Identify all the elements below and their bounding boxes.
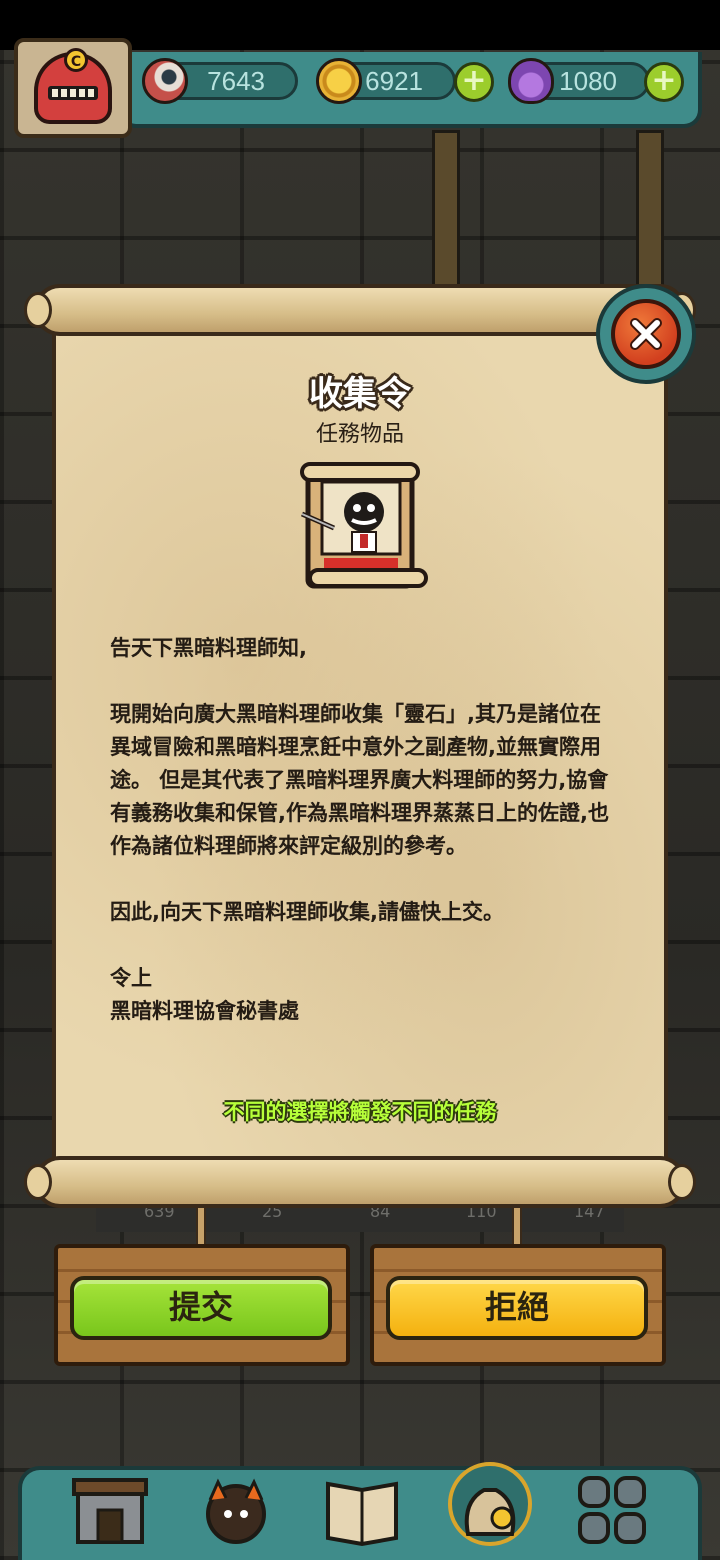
scroll-top-rod	[24, 284, 696, 336]
greeting-line: 告天下黑暗料理師知,	[110, 636, 307, 660]
recipe-book-icon[interactable]	[322, 1470, 402, 1550]
coin-icon	[316, 58, 362, 104]
wooden-pillar	[636, 130, 664, 296]
loot-bag-icon[interactable]	[444, 1456, 536, 1548]
close-x-icon	[630, 318, 662, 350]
add-coins-button[interactable]: +	[454, 62, 494, 102]
add-potions-button[interactable]: +	[644, 62, 684, 102]
wooden-pillar	[432, 130, 460, 296]
body-paragraph: 現開始向廣大黑暗料理師收集「靈石」,其乃是諸位在異域冒險和黑暗料理烹飪中意外之副…	[110, 702, 609, 858]
close-button[interactable]	[611, 299, 681, 369]
choice-hint: 不同的選擇將觸發不同的任務	[223, 1100, 497, 1124]
refuse-button[interactable]: 拒絕	[386, 1276, 648, 1340]
monster-avatar-icon: C	[34, 48, 112, 124]
signature-line: 令上	[110, 966, 152, 990]
menu-grid-icon[interactable]	[572, 1470, 652, 1550]
rank-badge-icon: C	[64, 48, 88, 72]
submit-button[interactable]: 提交	[70, 1276, 332, 1340]
potion-icon	[508, 58, 554, 104]
signature-line: 黑暗料理協會秘書處	[110, 999, 299, 1023]
dialog-title: 收集令	[309, 374, 411, 414]
dialog-subtitle: 任務物品	[315, 422, 404, 447]
wanted-scroll-icon	[300, 462, 428, 589]
eyeball-icon	[142, 58, 188, 104]
player-avatar[interactable]: C	[14, 38, 132, 138]
scroll-bottom-rod	[24, 1156, 696, 1208]
monster-kitchen-icon[interactable]	[196, 1470, 276, 1550]
dialog-body: 告天下黑暗料理師知, 現開始向廣大黑暗料理師收集「靈石」,其乃是諸位在異域冒險和…	[110, 632, 620, 1028]
shop-building-icon[interactable]	[70, 1470, 150, 1550]
body-paragraph: 因此,向天下黑暗料理師收集,請儘快上交。	[110, 900, 504, 924]
